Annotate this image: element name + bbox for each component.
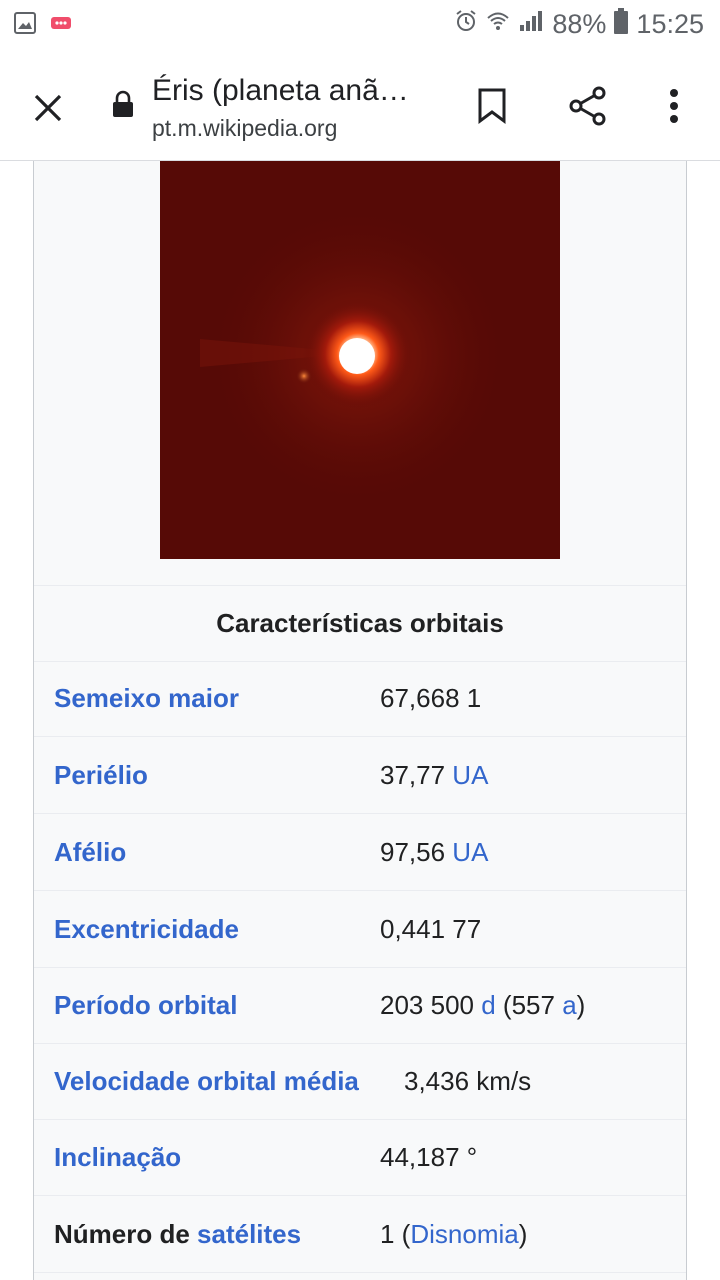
unit-link[interactable]: a [562, 990, 576, 1020]
row-value: 0,441 77 [380, 914, 482, 944]
unit-link[interactable]: UA [452, 837, 488, 867]
lock-icon [112, 90, 134, 123]
row-value: 97,56 UA [380, 814, 488, 890]
row-value: 37,77 UA [380, 737, 488, 813]
close-icon [34, 94, 62, 122]
row-value: 1 (Disnomia) [380, 1196, 527, 1272]
row-label[interactable]: Periélio [54, 737, 148, 813]
share-button[interactable] [562, 80, 614, 132]
status-bar: 88% 15:25 [0, 0, 720, 52]
value-text: 1 ( [380, 1219, 411, 1249]
signal-icon [518, 9, 544, 40]
row-perielio: Periélio 37,77 UA [34, 737, 686, 814]
clock: 15:25 [636, 9, 704, 39]
row-numero-satelites: Número de satélites 1 (Disnomia) [34, 1196, 686, 1273]
row-value: 3,436 km/s [404, 1066, 532, 1096]
row-value: 44,187 ° [380, 1142, 478, 1172]
row-label: Número de satélites [54, 1196, 301, 1272]
row-excentricidade: Excentricidade 0,441 77 [34, 891, 686, 968]
row-periodo-orbital: Período orbital 203 500 d (557 a) [34, 967, 686, 1044]
row-label[interactable]: Inclinação [54, 1119, 181, 1195]
alarm-icon [454, 9, 478, 40]
value-text: 37,77 [380, 760, 453, 790]
row-value: 203 500 d (557 a) [380, 967, 585, 1043]
label-text: Número de [54, 1219, 198, 1249]
page-title: Éris (planeta anã… [152, 74, 409, 107]
disnomia-link[interactable]: Disnomia [410, 1219, 518, 1249]
value-text: ) [576, 990, 586, 1020]
app-notification-icon [50, 14, 72, 37]
battery-percent: 88% [552, 9, 607, 39]
gallery-notification-icon [14, 12, 36, 39]
row-velocidade-orbital: Velocidade orbital média 3,436 km/s [34, 1043, 686, 1120]
wifi-icon [486, 9, 510, 40]
page-info[interactable]: Éris (planeta anã… pt.m.wikipedia.org [152, 72, 452, 142]
page-url: pt.m.wikipedia.org [152, 115, 338, 141]
row-afelio: Afélio 97,56 UA [34, 814, 686, 891]
more-options-button[interactable] [650, 80, 698, 132]
share-icon [569, 86, 606, 126]
satelites-link[interactable]: satélites [197, 1219, 301, 1249]
row-label[interactable]: Afélio [54, 814, 126, 890]
infobox-section-title: Características orbitais [34, 585, 686, 662]
value-text: 203 500 [380, 990, 482, 1020]
unit-link[interactable]: d [481, 990, 495, 1020]
eris-image[interactable] [160, 161, 560, 559]
row-label[interactable]: Semeixo maior [54, 660, 239, 736]
value-text: (557 [495, 990, 563, 1020]
row-label[interactable]: Período orbital [54, 967, 237, 1043]
infobox: Características orbitais Semeixo maior 6… [33, 161, 687, 1280]
row-semieixo-maior: Semeixo maior 67,668 1 [34, 660, 686, 737]
more-vert-icon [670, 89, 678, 123]
value-text: 97,56 [380, 837, 453, 867]
close-button[interactable] [22, 82, 74, 134]
custom-tab-toolbar: Éris (planeta anã… pt.m.wikipedia.org [0, 52, 720, 161]
bookmark-icon [478, 88, 506, 124]
value-text: ) [518, 1219, 528, 1249]
battery-icon [614, 8, 629, 41]
row-label[interactable]: Excentricidade [54, 891, 239, 967]
bookmark-button[interactable] [468, 80, 516, 132]
unit-link[interactable]: UA [452, 760, 488, 790]
row-value: 67,668 1 [380, 683, 482, 713]
row-inclinacao: Inclinação 44,187 ° [34, 1119, 686, 1196]
row-label[interactable]: Velocidade orbital média [54, 1043, 359, 1119]
page-content[interactable]: Características orbitais Semeixo maior 6… [0, 161, 720, 1280]
